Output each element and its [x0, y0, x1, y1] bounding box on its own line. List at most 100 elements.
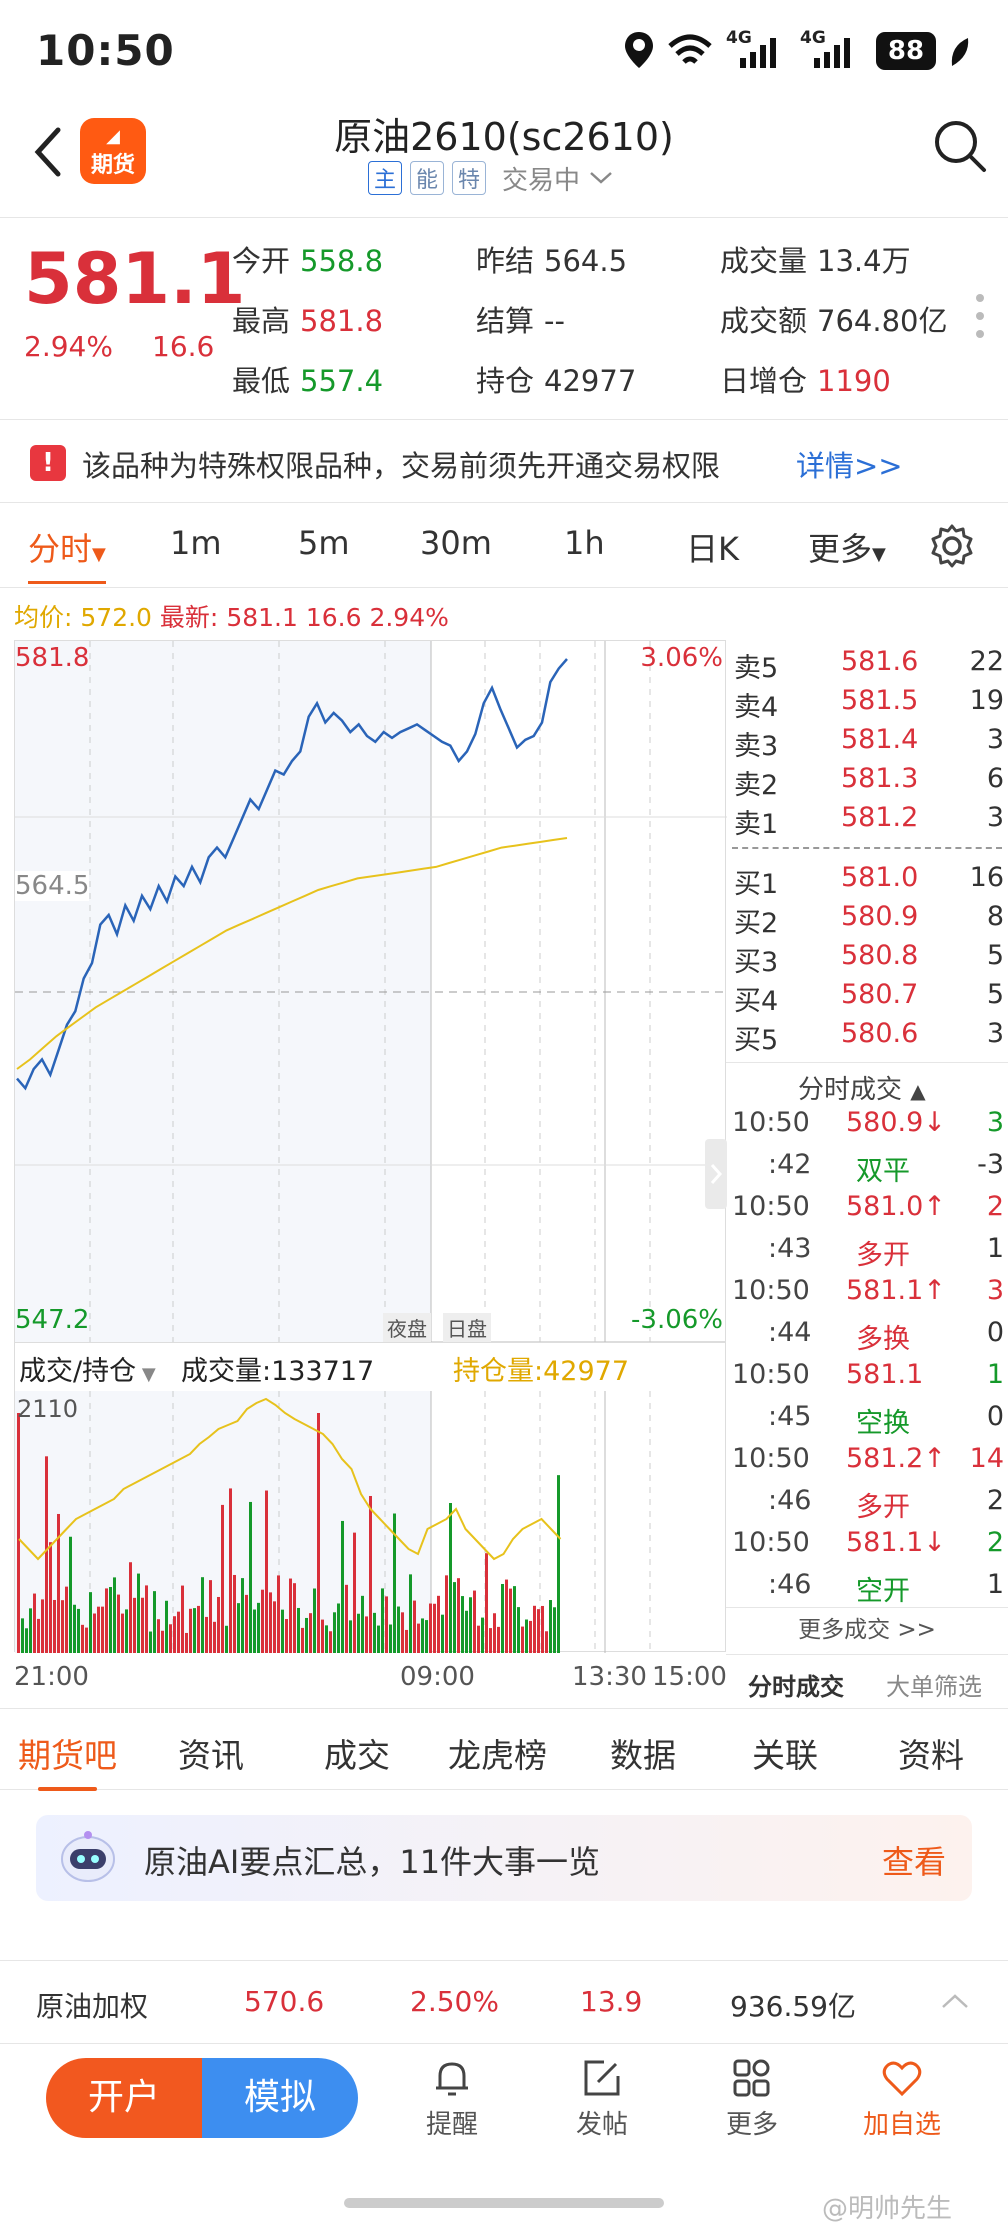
tab-data[interactable]: 数据: [610, 1729, 676, 1777]
volume-bar: [449, 1503, 452, 1653]
volume-bar: [197, 1605, 200, 1653]
chevron-up-icon[interactable]: [940, 1991, 970, 2011]
volume-bar: [97, 1606, 100, 1653]
bid-row[interactable]: 买4 580.7 5: [726, 979, 1008, 1018]
expand-handle[interactable]: [705, 1139, 727, 1209]
tab-5m[interactable]: 5m: [298, 524, 350, 562]
volume-oi-selector[interactable]: 成交/持仓 ▼: [19, 1349, 156, 1388]
volume-bar: [525, 1619, 528, 1653]
ask-row[interactable]: 卖5 581.6 22: [726, 646, 1008, 685]
book-divider: [732, 847, 1002, 849]
volume-bar: [473, 1590, 476, 1653]
tick-trades-title[interactable]: 分时成交 ▲: [798, 1069, 926, 1106]
volume-bar: [221, 1504, 224, 1653]
tab-trades[interactable]: 成交: [324, 1729, 390, 1777]
ask-row[interactable]: 卖3 581.4 3: [726, 724, 1008, 763]
status-bar: 10:50 4G 4G 88: [0, 0, 1008, 100]
weighted-ticker-bar[interactable]: 原油加权 570.6 2.50% 13.9 936.59亿: [0, 1960, 1008, 2044]
volume-bar: [53, 1599, 56, 1653]
volume-bar: [89, 1592, 92, 1653]
volume-bar: [309, 1613, 312, 1653]
gear-icon[interactable]: [928, 522, 976, 570]
session-night-label: 夜盘: [383, 1313, 431, 1342]
tab-dragon-tiger[interactable]: 龙虎榜: [448, 1729, 547, 1777]
nav-reminder[interactable]: 提醒: [402, 2056, 502, 2141]
bid-row[interactable]: 买1 581.0 16: [726, 862, 1008, 901]
tab-profile[interactable]: 资料: [898, 1729, 964, 1777]
volume-bar: [545, 1631, 548, 1653]
ai-summary-banner[interactable]: 原油AI要点汇总，11件大事一览 查看: [36, 1815, 972, 1901]
status-time: 10:50: [36, 26, 175, 75]
volume-bar: [313, 1588, 316, 1653]
volume-bar: [117, 1594, 120, 1653]
volume-bar: [337, 1603, 340, 1653]
volume-bar: [241, 1578, 244, 1653]
more-dots-icon[interactable]: [976, 294, 984, 348]
tab-news[interactable]: 资讯: [178, 1729, 244, 1777]
tab-1m[interactable]: 1m: [170, 524, 222, 562]
tab-futures-forum[interactable]: 期货吧: [18, 1729, 117, 1791]
price-axis-mid: 564.5: [15, 871, 90, 901]
tab-1h[interactable]: 1h: [564, 524, 605, 562]
nav-more[interactable]: 更多: [702, 2056, 802, 2141]
quote-field: 持仓 42977: [476, 364, 637, 398]
volume-bar: [305, 1617, 308, 1653]
ask-row[interactable]: 卖1 581.2 3: [726, 802, 1008, 841]
volume-bar: [369, 1495, 372, 1653]
volume-bar: [557, 1475, 560, 1653]
volume-bar: [417, 1623, 420, 1653]
volume-bar: [521, 1626, 524, 1653]
volume-bar: [529, 1620, 532, 1653]
volume-oi-panel: 成交/持仓 ▼ 成交量:133717 持仓量:42977 2110: [14, 1342, 726, 1653]
tab-related[interactable]: 关联: [752, 1729, 818, 1777]
intraday-chart[interactable]: 581.8 564.5 547.2 3.06% -3.06% 夜盘 日盘: [14, 640, 727, 1343]
volume-bar: [273, 1601, 276, 1653]
open-account-button[interactable]: 开户: [46, 2058, 202, 2138]
nav-add-watchlist[interactable]: 加自选: [852, 2056, 952, 2141]
volume-bar: [161, 1630, 164, 1653]
tab-30m[interactable]: 30m: [420, 524, 492, 562]
simulate-button[interactable]: 模拟: [202, 2058, 358, 2138]
notice-details-link[interactable]: 详情>>: [796, 443, 903, 485]
volume-bar: [333, 1612, 336, 1653]
ask-row[interactable]: 卖2 581.3 6: [726, 763, 1008, 802]
search-icon[interactable]: [930, 116, 990, 176]
ask-row[interactable]: 卖4 581.5 19: [726, 685, 1008, 724]
quote-field: 成交额 764.80亿: [720, 304, 948, 338]
volume-bar: [77, 1608, 80, 1653]
more-trades-link[interactable]: 更多成交 >>: [726, 1607, 1008, 1651]
time-axis-0900: 09:00: [400, 1662, 475, 1692]
volume-bar: [145, 1585, 148, 1653]
trading-status[interactable]: 交易中: [502, 160, 580, 197]
permission-notice: ! 该品种为特殊权限品种，交易前须先开通交易权限 详情>>: [0, 421, 1008, 503]
bid-row[interactable]: 买3 580.8 5: [726, 940, 1008, 979]
ai-view-button[interactable]: 查看: [882, 1837, 946, 1883]
tick-row: 10:50 580.9↓ 3: [732, 1107, 1004, 1138]
subtab-large-orders[interactable]: 大单筛选: [886, 1667, 982, 1702]
volume-bar: [61, 1600, 64, 1653]
chevron-down-icon[interactable]: [588, 168, 614, 188]
bottom-nav: 开户 模拟 提醒 发帖 更多 加自选 @明帅先生: [0, 2044, 1008, 2232]
tick-row: 10:50 581.0↑ 2: [732, 1191, 1004, 1222]
home-indicator[interactable]: [344, 2198, 664, 2208]
volume-bar: [293, 1583, 296, 1653]
bid-row[interactable]: 买5 580.6 3: [726, 1018, 1008, 1057]
ticker-percent: 2.50%: [410, 1985, 499, 2018]
volume-bar: [85, 1627, 88, 1653]
volume-bar: [149, 1631, 152, 1653]
pct-axis-max: 3.06%: [640, 643, 723, 673]
volume-bar: [181, 1585, 184, 1653]
bell-icon: [436, 2062, 468, 2096]
nav-post[interactable]: 发帖: [552, 2056, 652, 2141]
tick-row: :43 多开 1: [768, 1233, 1004, 1271]
tab-daily-k[interactable]: 日K: [686, 524, 739, 570]
subtab-tick-trades[interactable]: 分时成交: [748, 1667, 844, 1702]
volume-bar: [453, 1582, 456, 1653]
volume-bar: [81, 1624, 84, 1653]
tab-intraday[interactable]: 分时▼: [28, 524, 106, 584]
session-day-label: 日盘: [443, 1313, 491, 1342]
bid-row[interactable]: 买2 580.9 8: [726, 901, 1008, 940]
volume-bar: [237, 1603, 240, 1653]
tab-more[interactable]: 更多▼: [808, 524, 886, 570]
volume-bar: [553, 1607, 556, 1653]
